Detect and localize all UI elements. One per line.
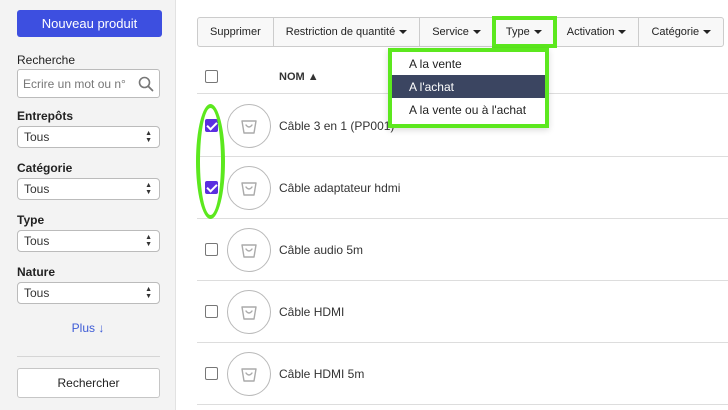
- search-input[interactable]: [18, 70, 136, 97]
- warehouse-select[interactable]: Tous ▲ ▼: [17, 126, 160, 148]
- table-row[interactable]: Câble audio 5m: [197, 219, 728, 281]
- select-arrows-icon: ▲ ▼: [145, 234, 152, 248]
- row-checkbox[interactable]: [205, 367, 218, 380]
- warehouse-select-value: Tous: [24, 130, 50, 144]
- product-name[interactable]: Câble HDMI: [279, 305, 344, 319]
- type-filter-label: Type: [17, 213, 45, 227]
- sidebar-divider: [17, 356, 160, 357]
- nature-select[interactable]: Tous ▲ ▼: [17, 282, 160, 304]
- type-option-purchase[interactable]: A l'achat: [392, 75, 545, 98]
- service-label: Service: [432, 26, 469, 38]
- type-select[interactable]: Tous ▲ ▼: [17, 230, 160, 252]
- activation-label: Activation: [566, 26, 615, 38]
- service-button[interactable]: Service: [420, 18, 494, 46]
- product-avatar: [227, 104, 271, 148]
- column-header-name[interactable]: NOM ▲: [279, 71, 319, 83]
- shopping-bag-icon: [241, 244, 257, 258]
- table-row[interactable]: Câble HDMI: [197, 281, 728, 343]
- select-arrows-icon: ▲ ▼: [145, 182, 152, 196]
- nature-select-value: Tous: [24, 286, 50, 300]
- caret-down-icon: [472, 30, 481, 34]
- activation-button[interactable]: Activation: [555, 18, 640, 46]
- caret-down-icon: [618, 30, 627, 34]
- type-button[interactable]: Type: [491, 16, 557, 48]
- nature-filter-label: Nature: [17, 265, 56, 279]
- search-label: Recherche: [17, 53, 76, 67]
- type-dropdown-menu: A la vente A l'achat A la vente ou à l'a…: [388, 48, 549, 128]
- select-all-checkbox[interactable]: [205, 70, 218, 83]
- quantity-restriction-button[interactable]: Restriction de quantité: [274, 18, 421, 46]
- sidebar: Nouveau produit Recherche Entrepôts Tous…: [0, 0, 176, 410]
- search-icon[interactable]: [138, 76, 154, 92]
- caret-down-icon: [399, 30, 408, 34]
- delete-button[interactable]: Supprimer: [198, 18, 274, 46]
- product-name[interactable]: Câble 3 en 1 (PP001): [279, 119, 394, 133]
- type-option-sale-or-purchase[interactable]: A la vente ou à l'achat: [392, 98, 545, 121]
- row-checkbox[interactable]: [205, 243, 218, 256]
- caret-down-icon: [703, 30, 712, 34]
- shopping-bag-icon: [241, 182, 257, 196]
- shopping-bag-icon: [241, 120, 257, 134]
- search-button[interactable]: Rechercher: [17, 368, 160, 398]
- table-row[interactable]: Câble adaptateur hdmi: [197, 157, 728, 219]
- category-button[interactable]: Catégorie: [639, 18, 723, 46]
- product-name[interactable]: Câble audio 5m: [279, 243, 363, 257]
- highlight-annotation: [196, 104, 225, 219]
- caret-down-icon: [533, 30, 542, 34]
- category-select[interactable]: Tous ▲ ▼: [17, 178, 160, 200]
- action-toolbar: Supprimer Restriction de quantité Servic…: [197, 16, 725, 48]
- type-option-sale[interactable]: A la vente: [392, 52, 545, 75]
- row-checkbox[interactable]: [205, 305, 218, 318]
- category-filter-label: Catégorie: [17, 161, 73, 175]
- delete-button-label: Supprimer: [210, 26, 261, 38]
- shopping-bag-icon: [241, 306, 257, 320]
- type-select-value: Tous: [24, 234, 50, 248]
- shopping-bag-icon: [241, 368, 257, 382]
- table-row[interactable]: Câble HDMI 5m: [197, 343, 728, 405]
- select-arrows-icon: ▲ ▼: [145, 130, 152, 144]
- category-select-value: Tous: [24, 182, 50, 196]
- new-product-button[interactable]: Nouveau produit: [17, 10, 162, 37]
- product-avatar: [227, 290, 271, 334]
- product-avatar: [227, 228, 271, 272]
- select-arrows-icon: ▲ ▼: [145, 286, 152, 300]
- quantity-restriction-label: Restriction de quantité: [285, 26, 396, 38]
- category-label: Catégorie: [651, 26, 700, 38]
- product-avatar: [227, 166, 271, 210]
- product-name[interactable]: Câble HDMI 5m: [279, 367, 364, 381]
- product-name[interactable]: Câble adaptateur hdmi: [279, 181, 400, 195]
- warehouse-filter-label: Entrepôts: [17, 109, 74, 123]
- search-field[interactable]: [17, 69, 160, 98]
- more-filters-link[interactable]: Plus ↓: [0, 321, 176, 335]
- type-label: Type: [505, 26, 530, 38]
- product-avatar: [227, 352, 271, 396]
